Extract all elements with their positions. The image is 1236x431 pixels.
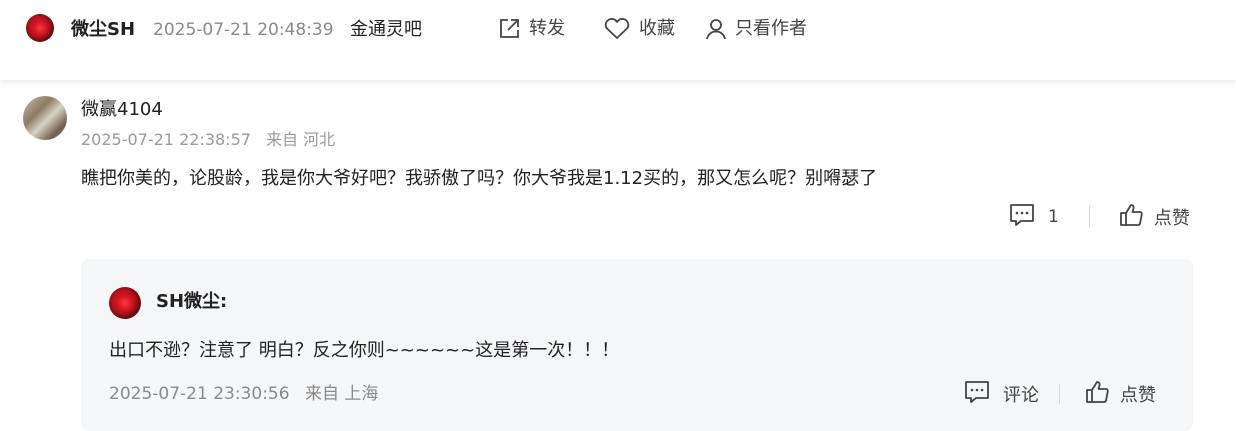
action-divider [1088, 206, 1090, 228]
action-divider [1059, 384, 1060, 404]
author-name[interactable]: 微尘SH [71, 18, 135, 42]
reply-meta: 2025-07-21 23:30:56 来自 上海 [109, 382, 378, 406]
comment-like-label: 点赞 [1153, 208, 1190, 229]
reply-actions: 评论 点赞 [963, 380, 1156, 408]
thumbs-up-icon [1118, 202, 1144, 232]
comment-meta: 2025-07-21 22:38:57 来自 河北 [81, 129, 335, 151]
comment-like-button[interactable]: 点赞 [1118, 202, 1190, 232]
post-timestamp: 2025-07-21 20:48:39 [153, 20, 334, 40]
reply-like-label: 点赞 [1120, 385, 1156, 406]
comment-bubble-icon [1008, 202, 1036, 232]
bar-name-link[interactable]: 金通灵吧 [350, 18, 422, 42]
commenter-avatar[interactable] [23, 96, 67, 140]
commenter-name[interactable]: 微赢4104 [81, 98, 163, 122]
reply-comment-label: 评论 [1003, 385, 1039, 406]
reply-comment-button[interactable]: 评论 [963, 379, 1039, 409]
replier-avatar[interactable] [109, 287, 141, 319]
author-avatar[interactable] [26, 14, 54, 42]
share-icon [497, 17, 521, 41]
thumbs-up-icon [1084, 379, 1110, 409]
favorite-label: 收藏 [639, 18, 675, 39]
heart-icon [603, 17, 631, 41]
comment-actions: 1 点赞 [1008, 203, 1190, 231]
forward-button[interactable]: 转发 [497, 17, 565, 41]
reply-timestamp: 2025-07-21 23:30:56 [109, 384, 290, 404]
author-only-label: 只看作者 [735, 18, 807, 39]
reply-like-button[interactable]: 点赞 [1084, 379, 1156, 409]
reply-location: 来自 上海 [304, 384, 379, 404]
replier-name[interactable]: SH微尘: [156, 290, 227, 314]
reply-text: 出口不逊？注意了 明白？反之你则~~~~~~这是第一次！！！ [109, 340, 620, 361]
author-only-button[interactable]: 只看作者 [705, 17, 807, 41]
forward-label: 转发 [529, 18, 565, 39]
comment-timestamp: 2025-07-21 22:38:57 [81, 130, 251, 149]
favorite-button[interactable]: 收藏 [603, 17, 675, 41]
comment-location: 来自 河北 [266, 130, 336, 149]
user-icon [705, 17, 727, 41]
reply-count-button[interactable]: 1 [1008, 202, 1059, 232]
comment-text: 瞧把你美的，论股龄，我是你大爷好吧？我骄傲了吗？你大爷我是1.12买的，那又怎么… [81, 168, 878, 189]
reply-count: 1 [1048, 207, 1059, 227]
comment-bubble-icon [963, 379, 991, 409]
